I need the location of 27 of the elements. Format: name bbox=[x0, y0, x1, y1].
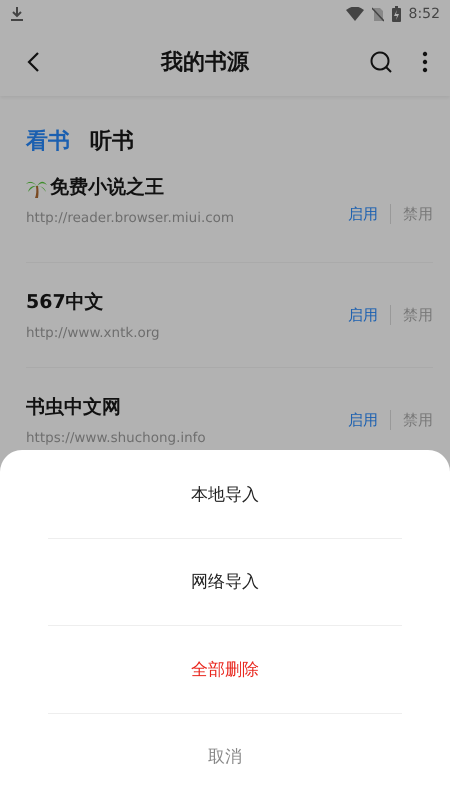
status-time: 8:52 bbox=[408, 6, 440, 22]
source-name: 567中文 bbox=[26, 290, 104, 315]
source-url: http://reader.browser.miui.com bbox=[26, 210, 234, 226]
sheet-option[interactable]: 取消 bbox=[208, 745, 242, 768]
enable-button[interactable]: 启用 bbox=[336, 410, 378, 430]
battery-icon bbox=[392, 6, 401, 22]
enable-button[interactable]: 启用 bbox=[336, 306, 378, 324]
sheet-option[interactable]: 本地导入 bbox=[191, 482, 259, 506]
sheet-option[interactable]: 网络导入 bbox=[191, 570, 259, 594]
source-name: 免费小说之王 bbox=[50, 175, 164, 200]
search-icon[interactable] bbox=[370, 51, 392, 73]
no-sim-icon bbox=[372, 6, 384, 22]
source-url: https://www.shuchong.info bbox=[26, 430, 206, 446]
more-icon[interactable] bbox=[422, 51, 428, 73]
download-icon bbox=[10, 6, 24, 22]
wifi-icon bbox=[346, 7, 364, 21]
disable-button[interactable]: 禁用 bbox=[391, 204, 433, 224]
source-url: http://www.xntk.org bbox=[26, 325, 160, 341]
enable-button[interactable]: 启用 bbox=[336, 204, 378, 224]
disable-button[interactable]: 禁用 bbox=[391, 306, 433, 324]
disable-button[interactable]: 禁用 bbox=[391, 410, 433, 430]
tab[interactable]: 听书 bbox=[90, 126, 134, 156]
source-name: 书虫中文网 bbox=[26, 395, 121, 420]
sheet-option[interactable]: 全部删除 bbox=[191, 658, 259, 681]
back-icon[interactable] bbox=[26, 51, 40, 73]
tab[interactable]: 看书 bbox=[26, 126, 70, 156]
page-title: 我的书源 bbox=[160, 49, 250, 77]
